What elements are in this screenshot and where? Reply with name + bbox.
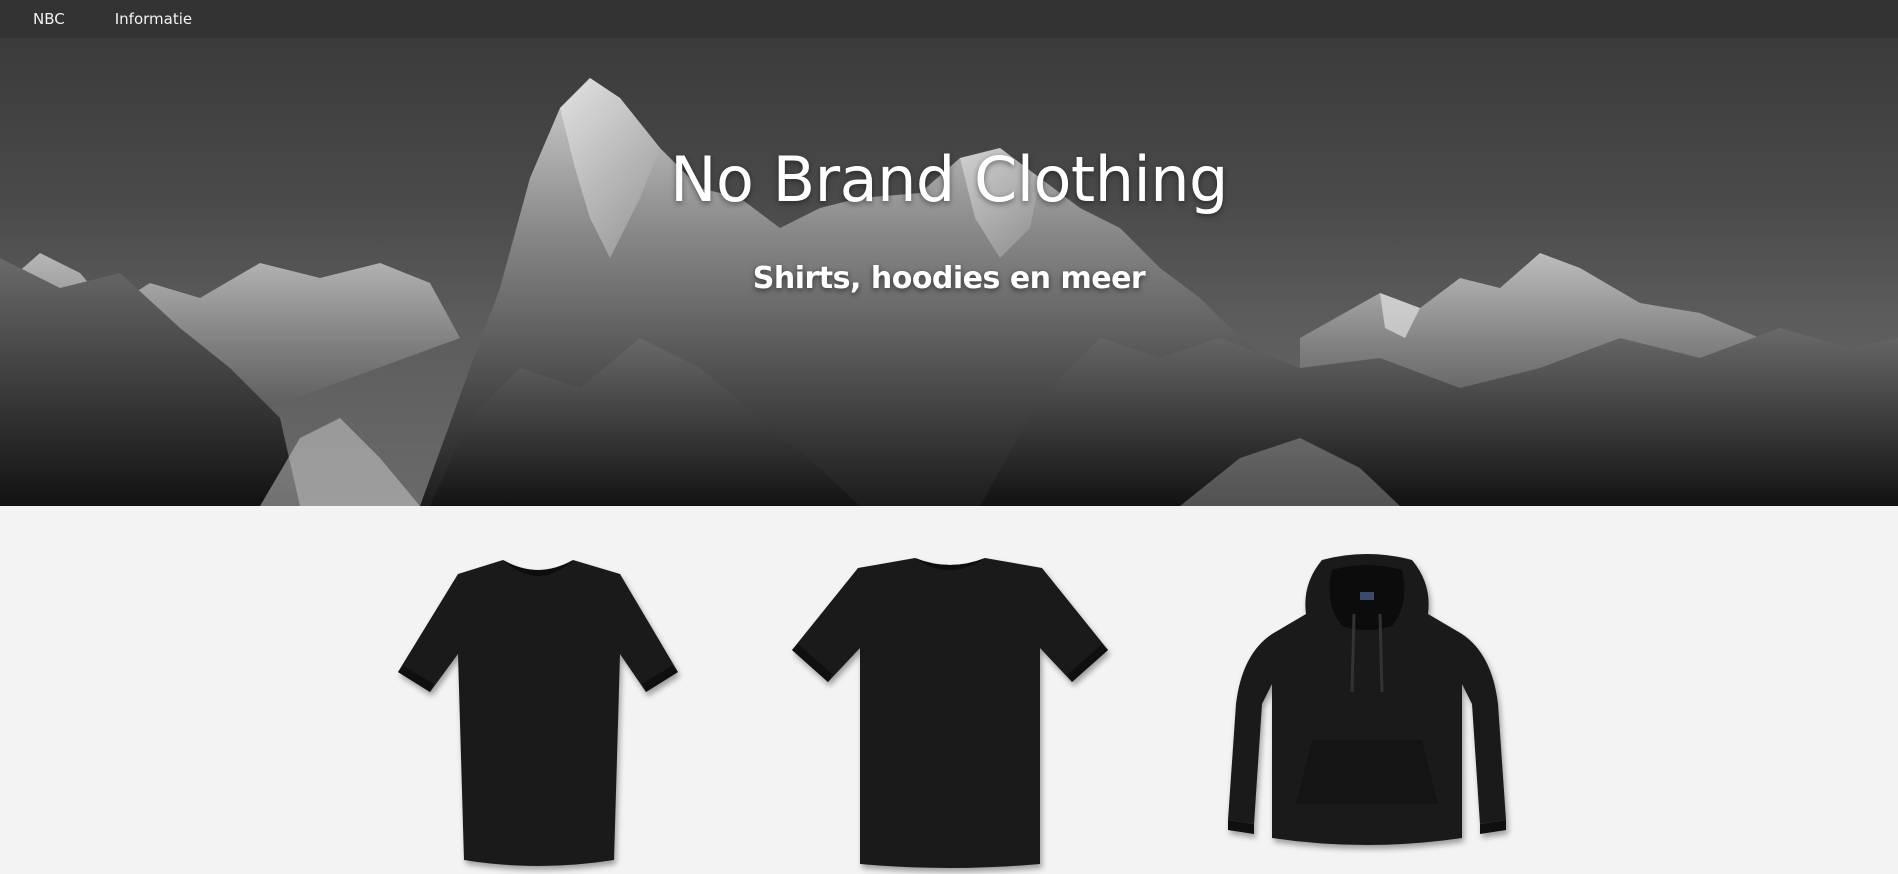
top-navbar: NBC Informatie xyxy=(0,0,1898,38)
product-gallery xyxy=(0,506,1898,874)
tshirt-icon xyxy=(398,560,678,866)
hero-title: No Brand Clothing xyxy=(670,143,1228,216)
tshirt-icon xyxy=(792,558,1108,868)
product-card-hoodie[interactable] xyxy=(1222,554,1512,854)
nav-link-brand[interactable]: NBC xyxy=(33,10,65,28)
hero-banner: No Brand Clothing Shirts, hoodies en mee… xyxy=(0,38,1898,506)
product-card-regular-tshirt[interactable] xyxy=(790,554,1110,874)
hoodie-icon xyxy=(1228,554,1506,845)
nav-link-informatie[interactable]: Informatie xyxy=(115,10,192,28)
hero-subtitle: Shirts, hoodies en meer xyxy=(752,261,1146,296)
product-card-fitted-tshirt[interactable] xyxy=(388,554,688,874)
